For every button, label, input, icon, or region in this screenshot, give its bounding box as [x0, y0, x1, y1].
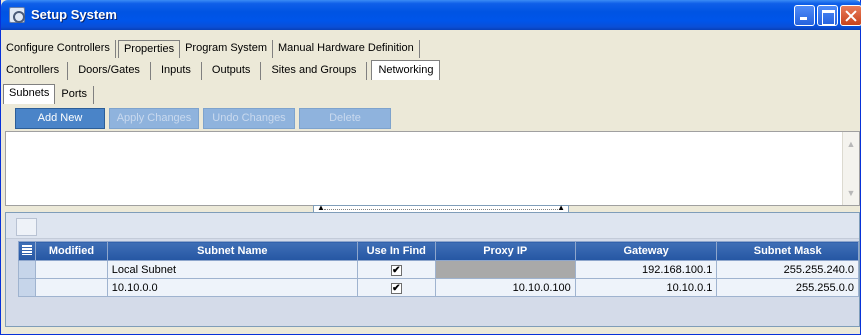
tab-configure-controllers[interactable]: Configure Controllers: [1, 40, 116, 58]
close-icon[interactable]: [840, 5, 861, 26]
tabs-level1: Configure Controllers Properties Program…: [1, 36, 860, 58]
tab-ports[interactable]: Ports: [55, 86, 95, 104]
column-chooser-icon[interactable]: [17, 241, 37, 261]
delete-button[interactable]: Delete: [299, 108, 391, 129]
tab-doors-gates[interactable]: Doors/Gates: [68, 62, 151, 80]
grid-header-row: Modified Subnet Name Use In Find Proxy I…: [17, 241, 859, 261]
splitter-grip: [324, 209, 558, 210]
column-header-gateway[interactable]: Gateway: [574, 241, 718, 261]
tab-inputs[interactable]: Inputs: [151, 62, 202, 80]
cell-proxy-ip[interactable]: [434, 260, 576, 279]
window-title: Setup System: [31, 7, 117, 22]
cell-subnet-mask[interactable]: 255.255.240.0: [716, 260, 859, 279]
column-header-modified[interactable]: Modified: [35, 241, 108, 261]
group-by-panel: [6, 213, 859, 239]
cell-proxy-ip[interactable]: 10.10.0.100: [434, 278, 576, 297]
column-header-subnet-mask[interactable]: Subnet Mask: [716, 241, 859, 261]
apply-changes-button[interactable]: Apply Changes: [109, 108, 199, 129]
row-selector[interactable]: [17, 260, 37, 279]
tab-networking[interactable]: Networking: [371, 60, 441, 80]
title-bar[interactable]: Setup System: [1, 0, 861, 30]
tab-subnets[interactable]: Subnets: [3, 84, 56, 104]
cell-gateway[interactable]: 10.10.0.1: [574, 278, 718, 297]
maximize-icon[interactable]: [817, 5, 838, 26]
scroll-up-icon[interactable]: ▲: [844, 136, 858, 152]
toolbar: Add New Apply Changes Undo Changes Delet…: [15, 108, 391, 130]
cell-gateway[interactable]: 192.168.100.1: [574, 260, 718, 279]
column-header-subnet-name[interactable]: Subnet Name: [106, 241, 358, 261]
minimize-icon[interactable]: [794, 5, 815, 26]
column-header-use-in-find[interactable]: Use In Find: [356, 241, 436, 261]
cell-use-in-find[interactable]: ✔: [356, 260, 436, 279]
app-icon[interactable]: [9, 7, 25, 23]
tab-controllers[interactable]: Controllers: [1, 62, 69, 80]
table-row[interactable]: Local Subnet ✔ 192.168.100.1 255.255.240…: [17, 260, 859, 279]
table-row[interactable]: 10.10.0.0 ✔ 10.10.0.100 10.10.0.1 255.25…: [17, 278, 859, 297]
tab-properties[interactable]: Properties: [117, 40, 181, 58]
tab-manual-hardware-definition[interactable]: Manual Hardware Definition: [273, 40, 420, 58]
cell-subnet-name[interactable]: Local Subnet: [106, 260, 358, 279]
splitter-down-icon[interactable]: ▲: [557, 203, 565, 212]
cell-modified[interactable]: [35, 278, 108, 297]
subnets-grid: Modified Subnet Name Use In Find Proxy I…: [17, 241, 859, 297]
cell-subnet-mask[interactable]: 255.255.0.0: [716, 278, 859, 297]
cell-use-in-find[interactable]: ✔: [356, 278, 436, 297]
detail-pane: ▲ ▼: [5, 131, 860, 206]
tab-program-system[interactable]: Program System: [180, 40, 273, 58]
undo-changes-button[interactable]: Undo Changes: [203, 108, 295, 129]
tab-outputs[interactable]: Outputs: [202, 62, 262, 80]
vertical-scrollbar[interactable]: ▲ ▼: [842, 132, 859, 205]
tabs-level3: Subnets Ports: [1, 82, 860, 104]
group-by-box[interactable]: [16, 218, 37, 236]
tab-sites-and-groups[interactable]: Sites and Groups: [261, 62, 368, 80]
scroll-down-icon[interactable]: ▼: [844, 185, 858, 201]
tabs-level2: Controllers Doors/Gates Inputs Outputs S…: [1, 58, 860, 80]
add-new-button[interactable]: Add New: [15, 108, 105, 129]
cell-modified[interactable]: [35, 260, 108, 279]
subnets-grid-area: Modified Subnet Name Use In Find Proxy I…: [5, 212, 860, 327]
row-selector[interactable]: [17, 278, 37, 297]
splitter-up-icon[interactable]: ▲: [317, 203, 325, 212]
use-in-find-checkbox[interactable]: ✔: [390, 282, 402, 294]
use-in-find-checkbox[interactable]: ✔: [390, 264, 402, 276]
setup-system-window: Setup System Configure Controllers Prope…: [0, 0, 861, 335]
column-header-proxy-ip[interactable]: Proxy IP: [434, 241, 576, 261]
cell-subnet-name[interactable]: 10.10.0.0: [106, 278, 358, 297]
